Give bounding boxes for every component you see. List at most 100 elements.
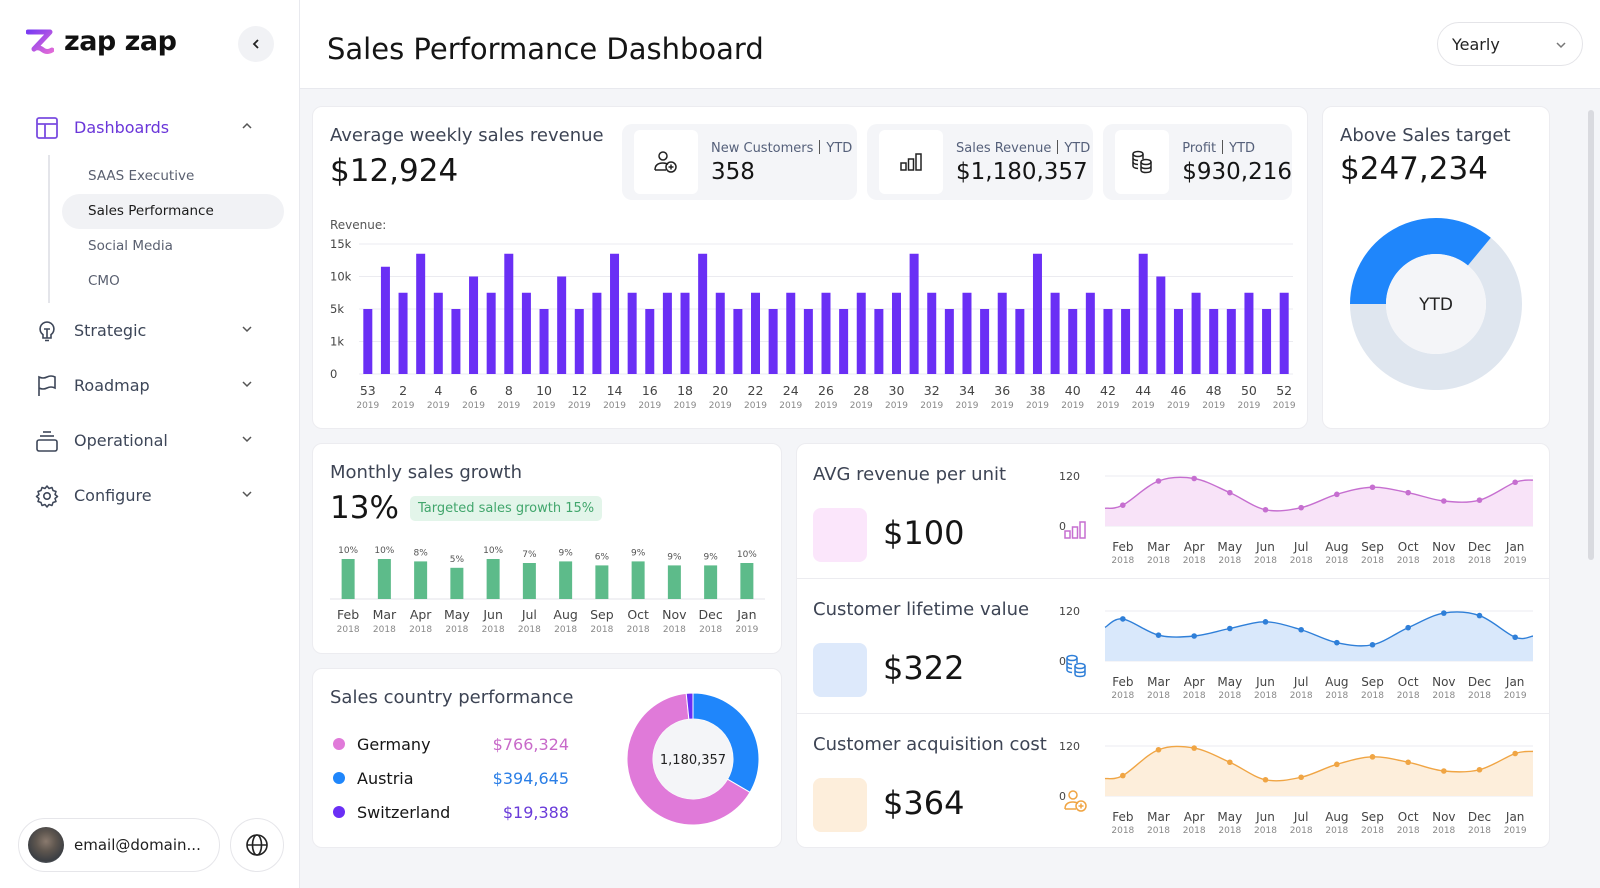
x-tick-year: 2019 xyxy=(497,401,520,411)
x-tick-label: Dec xyxy=(1468,675,1491,689)
x-tick-year: 2018 xyxy=(590,625,613,635)
sidebar-item-label: Dashboards xyxy=(74,118,170,137)
brand-logo[interactable]: zap zap xyxy=(26,26,177,57)
revenue-bar xyxy=(1032,253,1042,374)
revenue-bar xyxy=(662,292,672,374)
growth-bar xyxy=(377,559,391,599)
x-tick-year: 2018 xyxy=(409,625,432,635)
x-tick-year: 2019 xyxy=(815,401,838,411)
x-tick-year: 2019 xyxy=(427,401,450,411)
x-tick-year: 2018 xyxy=(1468,691,1491,701)
x-tick-label: Dec xyxy=(1468,810,1491,824)
growth-bar-label: 10% xyxy=(483,546,503,556)
x-tick-year: 2019 xyxy=(1202,401,1225,411)
chevron-down-icon xyxy=(242,326,252,333)
revenue-bar xyxy=(380,266,390,374)
gear-icon xyxy=(35,484,59,508)
revenue-bar xyxy=(451,309,461,374)
legend-dot xyxy=(333,738,345,750)
revenue-bar xyxy=(1121,309,1131,374)
sidebar-subitem-social-media[interactable]: Social Media xyxy=(62,229,284,264)
x-tick-year: 2019 xyxy=(603,401,626,411)
card-title: Average weekly sales revenue xyxy=(330,125,604,146)
revenue-bar xyxy=(786,292,796,374)
data-point xyxy=(1476,612,1483,619)
sidebar-nav: Dashboards SAAS Executive Sales Performa… xyxy=(34,100,284,523)
revenue-bar xyxy=(821,292,831,374)
x-tick-year: 2018 xyxy=(1397,826,1420,836)
data-point xyxy=(1227,489,1233,496)
x-tick-label: 28 xyxy=(853,383,869,398)
x-tick-label: Dec xyxy=(699,607,723,622)
revenue-bar xyxy=(504,253,514,374)
x-tick-label: Oct xyxy=(1398,540,1419,554)
legend-dot xyxy=(333,772,345,784)
sidebar-subitem-cmo[interactable]: CMO xyxy=(62,264,284,299)
x-tick-label: Aug xyxy=(1325,675,1348,689)
language-button[interactable] xyxy=(230,818,284,872)
x-tick-label: 50 xyxy=(1241,383,1257,398)
sidebar-subitem-sales-performance[interactable]: Sales Performance xyxy=(62,194,284,229)
revenue-bar xyxy=(698,253,708,374)
revenue-bar xyxy=(592,292,602,374)
y-tick-label: 5k xyxy=(330,302,344,316)
collapse-sidebar-button[interactable] xyxy=(238,26,274,62)
x-tick-year: 2019 xyxy=(709,401,732,411)
data-point xyxy=(1191,475,1197,482)
sidebar-item-strategic[interactable]: Strategic xyxy=(34,303,284,358)
x-tick-label: Jun xyxy=(1255,675,1275,689)
data-point xyxy=(1512,479,1518,486)
layout-icon xyxy=(36,116,58,139)
x-tick-label: 30 xyxy=(889,383,905,398)
revenue-bar xyxy=(1015,309,1025,374)
x-tick-year: 2019 xyxy=(568,401,591,411)
revenue-bar xyxy=(1085,292,1095,374)
period-dropdown[interactable]: Yearly xyxy=(1437,22,1583,66)
data-point xyxy=(1369,754,1376,760)
sidebar-item-configure[interactable]: Configure xyxy=(34,468,284,523)
x-tick-label: Jun xyxy=(1255,810,1275,824)
metric-customer-acquisition-cost: Customer acquisition cost $364 120 0 Feb 20… xyxy=(797,714,1549,847)
x-tick-label: Dec xyxy=(1468,540,1491,554)
x-tick-year: 2018 xyxy=(1432,826,1455,836)
x-tick-label: Jan xyxy=(1505,810,1525,824)
growth-bar-label: 5% xyxy=(450,555,465,565)
revenue-bar xyxy=(1068,309,1078,374)
x-tick-year: 2018 xyxy=(1183,691,1206,701)
revenue-bar xyxy=(1103,309,1113,374)
revenue-bar xyxy=(733,309,743,374)
metric-value: $100 xyxy=(883,514,965,552)
main-scrollbar[interactable] xyxy=(1588,110,1594,560)
country-amount: $19,388 xyxy=(502,802,569,822)
x-tick-label: Apr xyxy=(1184,810,1205,824)
x-tick-year: 2018 xyxy=(1325,556,1348,566)
kpi-value: 358 xyxy=(711,158,755,185)
revenue-bar xyxy=(363,309,373,374)
sidebar-item-dashboards[interactable]: Dashboards xyxy=(34,100,284,155)
growth-bar-label: 10% xyxy=(338,546,358,556)
data-point xyxy=(1369,641,1376,648)
x-tick-year: 2018 xyxy=(1290,556,1313,566)
target-donut-chart: YTD xyxy=(1350,218,1522,390)
sidebar-subitem-saas-executive[interactable]: SAAS Executive xyxy=(62,159,284,194)
sidebar-item-roadmap[interactable]: Roadmap xyxy=(34,358,284,413)
chevron-down-icon xyxy=(1556,42,1566,49)
x-tick-label: 10 xyxy=(536,383,552,398)
user-account-button[interactable]: email@domain... xyxy=(18,818,220,872)
growth-bar xyxy=(341,559,355,599)
x-tick-year: 2018 xyxy=(1147,826,1170,836)
chevron-left-icon xyxy=(252,39,259,49)
sidebar-item-operational[interactable]: Operational xyxy=(34,413,284,468)
revenue-bar xyxy=(1191,292,1201,374)
x-tick-year: 2018 xyxy=(1183,826,1206,836)
data-point xyxy=(1155,746,1162,753)
x-tick-label: Nov xyxy=(1432,540,1455,554)
x-tick-label: Feb xyxy=(337,607,359,622)
growth-bar-label: 6% xyxy=(595,552,610,562)
x-tick-label: 40 xyxy=(1065,383,1081,398)
x-tick-label: 4 xyxy=(434,383,442,398)
x-tick-year: 2019 xyxy=(1237,401,1260,411)
x-tick-label: Nov xyxy=(1432,810,1455,824)
x-tick-year: 2019 xyxy=(991,401,1014,411)
user-add-icon xyxy=(654,151,677,173)
